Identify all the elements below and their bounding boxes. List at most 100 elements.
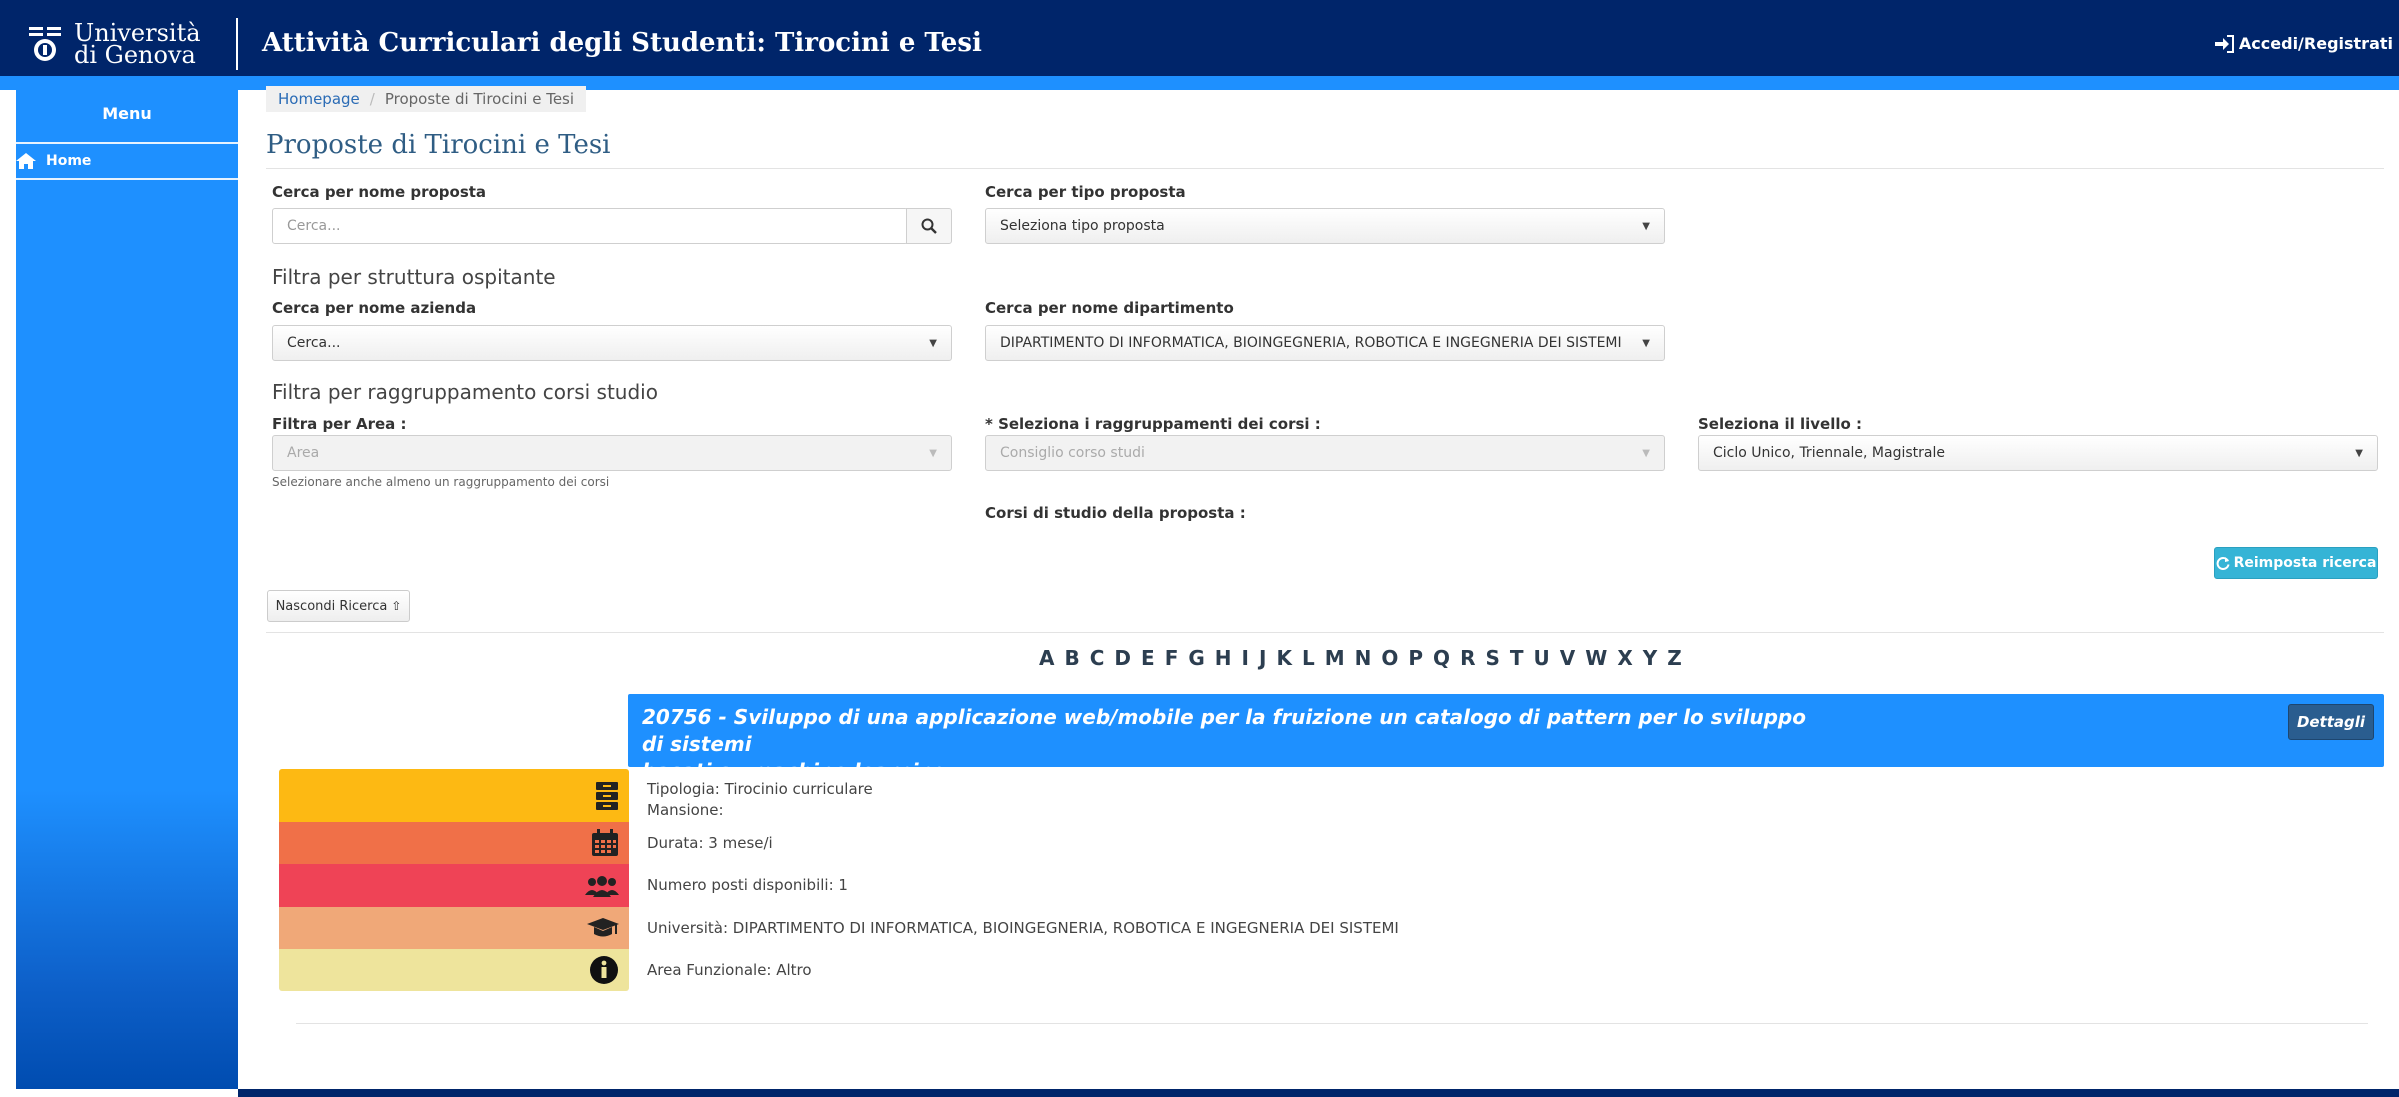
company-select[interactable]: Cerca... ▼ bbox=[272, 325, 952, 361]
home-icon bbox=[16, 153, 36, 169]
sidebar-item-label: Home bbox=[46, 153, 92, 169]
letter-link[interactable]: Y bbox=[1638, 646, 1662, 670]
letter-link[interactable]: W bbox=[1580, 646, 1612, 670]
search-name-input[interactable]: Cerca... bbox=[272, 208, 908, 244]
divider bbox=[266, 632, 2384, 633]
letter-link[interactable]: G bbox=[1183, 646, 1209, 670]
chevron-down-icon: ▼ bbox=[2355, 447, 2363, 459]
letter-link[interactable]: N bbox=[1350, 646, 1377, 670]
chevron-down-icon: ▼ bbox=[929, 337, 937, 349]
letter-link[interactable]: I bbox=[1237, 646, 1254, 670]
breadcrumb-current: Proposte di Tirocini e Tesi bbox=[384, 90, 575, 108]
letter-link[interactable]: J bbox=[1254, 646, 1271, 670]
users-icon bbox=[585, 875, 619, 897]
group-filter-heading: Filtra per raggruppamento corsi studio bbox=[272, 380, 658, 404]
level-select[interactable]: Ciclo Unico, Triennale, Magistrale ▼ bbox=[1698, 435, 2378, 471]
groups-select[interactable]: Consiglio corso studi ▼ bbox=[985, 435, 1665, 471]
letter-link[interactable]: A bbox=[1034, 646, 1059, 670]
department-select[interactable]: DIPARTIMENTO DI INFORMATICA, BIOINGEGNER… bbox=[985, 325, 1665, 361]
letter-link[interactable]: V bbox=[1555, 646, 1580, 670]
chevron-down-icon: ▼ bbox=[1642, 220, 1650, 232]
letter-link[interactable]: F bbox=[1160, 646, 1184, 670]
reset-search-button[interactable]: Reimposta ricerca bbox=[2214, 547, 2378, 579]
proposal-role: Mansione: bbox=[647, 801, 724, 819]
area-select[interactable]: Area ▼ bbox=[272, 435, 952, 471]
search-type-label: Cerca per tipo proposta bbox=[985, 183, 1186, 201]
breadcrumb: Homepage / Proposte di Tirocini e Tesi bbox=[266, 86, 587, 112]
letter-link[interactable]: B bbox=[1059, 646, 1084, 670]
sidebar-item-home[interactable]: Home bbox=[16, 144, 238, 178]
chevron-down-icon: ▼ bbox=[929, 447, 937, 459]
divider bbox=[296, 1023, 2368, 1024]
letter-link[interactable]: M bbox=[1320, 646, 1350, 670]
search-button[interactable] bbox=[906, 208, 952, 244]
university-stripe bbox=[279, 907, 629, 949]
area-select-value: Area bbox=[287, 445, 320, 461]
type-stripe bbox=[279, 769, 629, 822]
details-button[interactable]: Dettagli bbox=[2288, 704, 2374, 740]
app-title: Attività Curriculari degli Studenti: Tir… bbox=[262, 28, 982, 58]
letter-link[interactable]: C bbox=[1085, 646, 1110, 670]
letter-link[interactable]: S bbox=[1480, 646, 1504, 670]
letter-link[interactable]: U bbox=[1529, 646, 1555, 670]
chevron-down-icon: ▼ bbox=[1642, 337, 1650, 349]
department-label: Cerca per nome dipartimento bbox=[985, 299, 1234, 317]
letter-link[interactable]: T bbox=[1505, 646, 1529, 670]
level-select-value: Ciclo Unico, Triennale, Magistrale bbox=[1713, 445, 1945, 461]
proposal-type: Tipologia: Tirocinio curriculare bbox=[647, 780, 873, 798]
host-filter-heading: Filtra per struttura ospitante bbox=[272, 265, 556, 289]
letter-link[interactable]: D bbox=[1109, 646, 1136, 670]
top-header: Università di Genova Attività Curricular… bbox=[0, 0, 2399, 76]
groups-select-value: Consiglio corso studi bbox=[1000, 445, 1145, 461]
letter-link[interactable]: K bbox=[1271, 646, 1297, 670]
menu-divider bbox=[16, 178, 238, 180]
letter-link[interactable]: X bbox=[1612, 646, 1637, 670]
arrow-up-icon: ⇧ bbox=[391, 599, 402, 613]
search-icon bbox=[921, 218, 937, 234]
area-stripe bbox=[279, 949, 629, 991]
breadcrumb-home-link[interactable]: Homepage bbox=[278, 90, 360, 108]
department-select-value: DIPARTIMENTO DI INFORMATICA, BIOINGEGNER… bbox=[1000, 335, 1622, 351]
university-logo[interactable]: Università di Genova bbox=[28, 21, 201, 69]
type-select-value: Seleziona tipo proposta bbox=[1000, 218, 1165, 234]
calendar-icon bbox=[592, 829, 618, 856]
proposal-title-line1: 20756 - Sviluppo di una applicazione web… bbox=[642, 705, 1806, 756]
letter-link[interactable]: P bbox=[1403, 646, 1428, 670]
archive-icon bbox=[596, 781, 618, 810]
sign-in-icon bbox=[2214, 34, 2234, 53]
search-name-label: Cerca per nome proposta bbox=[272, 183, 487, 201]
area-help-text: Selezionare anche almeno un raggruppamen… bbox=[272, 475, 610, 489]
info-icon bbox=[590, 956, 618, 984]
company-label: Cerca per nome azienda bbox=[272, 299, 477, 317]
company-select-value: Cerca... bbox=[287, 335, 341, 351]
hide-search-button[interactable]: Nascondi Ricerca ⇧ bbox=[267, 590, 410, 622]
chevron-down-icon: ▼ bbox=[1642, 447, 1650, 459]
login-link[interactable]: Accedi/Registrati bbox=[2214, 34, 2393, 53]
header-divider bbox=[236, 18, 238, 70]
alphabet-filter: A B C D E F G H I J K L M N O P Q R S T … bbox=[1034, 646, 1687, 670]
type-select[interactable]: Seleziona tipo proposta ▼ bbox=[985, 208, 1665, 244]
hide-label: Nascondi Ricerca bbox=[275, 598, 388, 614]
letter-link[interactable]: Z bbox=[1662, 646, 1687, 670]
page-title: Proposte di Tirocini e Tesi bbox=[266, 130, 611, 160]
area-label: Filtra per Area : bbox=[272, 415, 407, 433]
menu-title: Menu bbox=[102, 104, 152, 123]
letter-link[interactable]: Q bbox=[1428, 646, 1455, 670]
logo-line2: di Genova bbox=[74, 41, 196, 69]
letter-link[interactable]: E bbox=[1136, 646, 1160, 670]
breadcrumb-separator: / bbox=[369, 90, 375, 108]
graduation-cap-icon bbox=[587, 918, 619, 937]
university-name: Università di Genova bbox=[74, 21, 201, 69]
letter-link[interactable]: H bbox=[1210, 646, 1237, 670]
proposal-area: Area Funzionale: Altro bbox=[647, 961, 812, 979]
letter-link[interactable]: L bbox=[1297, 646, 1320, 670]
letter-link[interactable]: O bbox=[1376, 646, 1403, 670]
footer-bar bbox=[238, 1089, 2399, 1097]
university-crest-icon bbox=[29, 27, 61, 61]
letter-link[interactable]: R bbox=[1455, 646, 1480, 670]
seats-stripe bbox=[279, 864, 629, 907]
divider bbox=[266, 168, 2384, 169]
proposal-seats: Numero posti disponibili: 1 bbox=[647, 876, 848, 894]
refresh-icon bbox=[2216, 557, 2230, 570]
proposal-header: 20756 - Sviluppo di una applicazione web… bbox=[628, 694, 2384, 783]
